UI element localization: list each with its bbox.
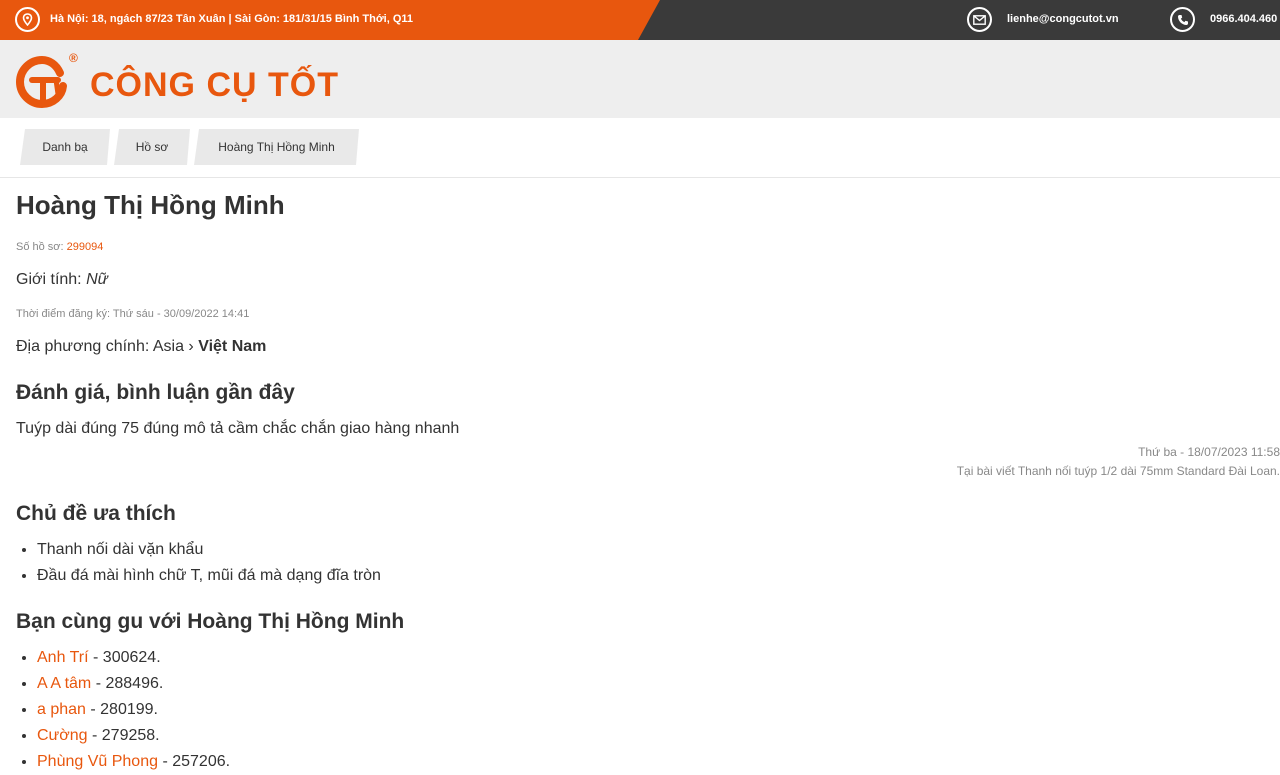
- friend-sep: -: [91, 675, 106, 692]
- friend-sep: -: [87, 727, 102, 744]
- friend-link[interactable]: a phan: [37, 701, 86, 718]
- list-item: a phan - 280199.: [37, 697, 230, 723]
- profile-id: Số hồ sơ: 299094: [16, 241, 103, 253]
- breadcrumb-item-danh-ba[interactable]: Danh bạ: [20, 129, 110, 165]
- topics-list: Thanh nối dài vặn khẩu Đầu đá mài hình c…: [0, 537, 381, 589]
- review-source[interactable]: Tại bài viết Thanh nối tuýp 1/2 dài 75mm…: [957, 464, 1280, 478]
- address-text: Hà Nội: 18, ngách 87/23 Tân Xuân | Sài G…: [50, 13, 414, 25]
- mail-icon[interactable]: [967, 7, 992, 32]
- profile-id-label: Số hồ sơ:: [16, 241, 64, 253]
- friend-link[interactable]: Cường: [37, 727, 88, 744]
- friends-list: Anh Trí - 300624. A A tâm - 288496. a ph…: [0, 645, 230, 775]
- gender-label: Giới tính:: [16, 271, 82, 288]
- breadcrumb-item-current[interactable]: Hoàng Thị Hồng Minh: [194, 129, 359, 165]
- site-header: ® CÔNG CỤ TỐT: [0, 40, 1280, 118]
- location-country: Việt Nam: [198, 338, 267, 355]
- friend-link[interactable]: Anh Trí: [37, 649, 89, 666]
- location-region: Asia: [152, 338, 184, 355]
- friend-link[interactable]: Phùng Vũ Phong: [37, 753, 158, 770]
- list-item: A A tâm - 288496.: [37, 671, 230, 697]
- list-item: Cường - 279258.: [37, 723, 230, 749]
- list-item[interactable]: Thanh nối dài vặn khẩu: [37, 537, 381, 563]
- registration-time: Thời điểm đăng ký: Thứ sáu - 30/09/2022 …: [16, 308, 249, 320]
- email-link[interactable]: lienhe@congcutot.vn: [1007, 13, 1119, 25]
- friend-sep: -: [85, 701, 101, 718]
- gender: Giới tính: Nữ: [16, 271, 108, 289]
- breadcrumb: Danh bạ Hồ sơ Hoàng Thị Hồng Minh: [0, 118, 1280, 178]
- phone-link[interactable]: 0966.404.460: [1210, 13, 1277, 25]
- registration-label: Thời điểm đăng ký:: [16, 308, 111, 320]
- main-location: Địa phương chính: Asia › Việt Nam: [16, 338, 266, 356]
- registration-value: Thứ sáu - 30/09/2022 14:41: [112, 308, 250, 320]
- gender-value: Nữ: [86, 271, 108, 288]
- friend-link[interactable]: A A tâm: [37, 675, 91, 692]
- topics-heading: Chủ đề ưa thích: [16, 502, 176, 525]
- friend-id: 288496.: [105, 675, 164, 692]
- map-pin-icon: [15, 7, 40, 32]
- logo-mark-icon[interactable]: ®: [15, 51, 78, 116]
- top-bar: Hà Nội: 18, ngách 87/23 Tân Xuân | Sài G…: [0, 0, 1280, 40]
- friend-id: 279258.: [101, 727, 160, 744]
- friends-heading: Bạn cùng gu với Hoàng Thị Hồng Minh: [16, 610, 405, 633]
- logo-text[interactable]: CÔNG CỤ TỐT: [90, 66, 339, 105]
- friend-sep: -: [158, 753, 173, 770]
- location-separator: ›: [188, 338, 194, 355]
- location-label: Địa phương chính:: [16, 338, 150, 355]
- phone-icon[interactable]: [1170, 7, 1195, 32]
- friend-id: 280199.: [100, 701, 158, 718]
- breadcrumb-item-ho-so[interactable]: Hồ sơ: [114, 129, 190, 165]
- registered-mark: ®: [69, 51, 78, 65]
- friend-id: 257206.: [172, 753, 231, 770]
- review-text: Tuýp dài đúng 75 đúng mô tả cầm chắc chắ…: [16, 420, 460, 437]
- page-title: Hoàng Thị Hồng Minh: [16, 190, 285, 220]
- profile-id-value: 299094: [66, 241, 104, 253]
- friend-sep: -: [88, 649, 103, 666]
- list-item: Anh Trí - 300624.: [37, 645, 230, 671]
- reviews-heading: Đánh giá, bình luận gần đây: [16, 381, 295, 404]
- list-item[interactable]: Đầu đá mài hình chữ T, mũi đá mà dạng đĩ…: [37, 563, 381, 589]
- review-date: Thứ ba - 18/07/2023 11:58: [1138, 445, 1280, 459]
- list-item: Phùng Vũ Phong - 257206.: [37, 749, 230, 775]
- friend-id: 300624.: [102, 649, 161, 666]
